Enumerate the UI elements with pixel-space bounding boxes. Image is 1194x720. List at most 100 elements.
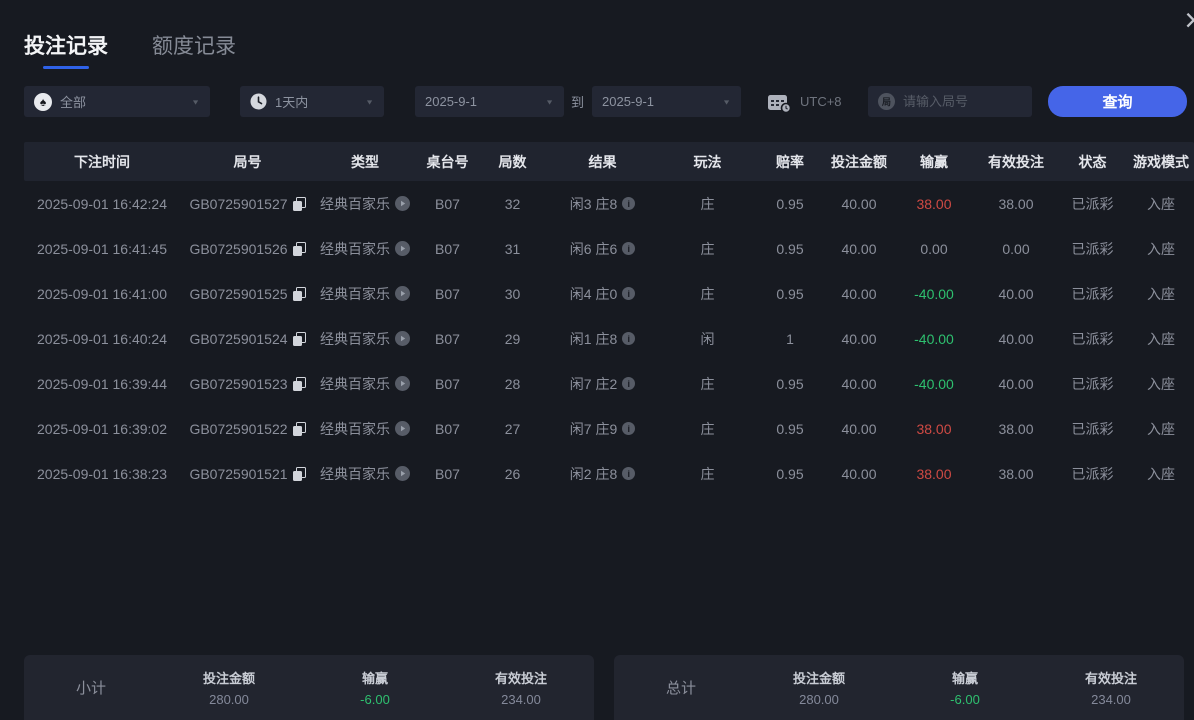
winloss-cell: -40.00 — [914, 375, 954, 392]
subtotal-amount-label: 投注金额 — [202, 671, 255, 686]
game-type-cell: 经典百家乐 — [320, 330, 390, 347]
winloss-cell: 0.00 — [920, 240, 948, 257]
info-icon[interactable]: i — [622, 287, 636, 300]
info-icon[interactable]: i — [622, 197, 636, 210]
info-icon[interactable]: i — [622, 242, 636, 255]
bet-amount-cell: 40.00 — [841, 375, 877, 392]
valid-bet-cell: 0.00 — [1002, 240, 1030, 257]
table-no-cell: B07 — [435, 465, 460, 482]
calendar-clock-icon[interactable] — [766, 91, 792, 113]
play-cell: 庄 — [700, 240, 715, 257]
info-icon[interactable]: i — [622, 422, 636, 435]
total-winloss-value: -6.00 — [950, 692, 980, 707]
spade-icon: ♠ — [34, 92, 52, 111]
video-replay-icon[interactable] — [395, 376, 410, 391]
valid-bet-cell: 38.00 — [998, 420, 1034, 437]
winloss-cell: 38.00 — [916, 420, 952, 437]
bet-time-cell: 2025-09-01 16:41:45 — [37, 240, 167, 257]
table-row: 2025-09-01 16:41:00 GB0725901525 经典百家乐 B… — [24, 271, 1194, 316]
game-mode-cell: 入座 — [1147, 285, 1175, 302]
game-type-value: 全部 — [60, 95, 87, 110]
game-type-cell: 经典百家乐 — [320, 285, 390, 302]
play-cell: 庄 — [700, 420, 715, 437]
odds-cell: 0.95 — [776, 465, 804, 482]
copy-icon[interactable] — [292, 196, 306, 211]
game-mode-cell: 入座 — [1147, 420, 1175, 437]
valid-bet-cell: 38.00 — [998, 195, 1034, 212]
status-cell: 已派彩 — [1071, 375, 1114, 392]
info-icon[interactable]: i — [622, 332, 636, 345]
play-cell: 闲 — [700, 330, 715, 347]
table-row: 2025-09-01 16:41:45 GB0725901526 经典百家乐 B… — [24, 226, 1194, 271]
round-id-cell: GB0725901526 — [189, 240, 288, 257]
bet-amount-cell: 40.00 — [841, 285, 877, 302]
valid-bet-cell: 38.00 — [998, 465, 1034, 482]
date-to-select[interactable]: 2025-9-1 ▼ — [592, 86, 741, 117]
filter-bar: ♠ 全部 ▼ 1天内 ▼ 2025-9-1 ▼ 到 2025-9-1 ▼ UTC… — [0, 86, 1194, 117]
game-mode-cell: 入座 — [1147, 375, 1175, 392]
copy-icon[interactable] — [292, 421, 306, 436]
copy-icon[interactable] — [292, 376, 306, 391]
column-header-result: 结果 — [588, 153, 617, 170]
column-header-table-no: 桌台号 — [426, 153, 469, 170]
chevron-down-icon: ▼ — [722, 97, 731, 106]
bet-amount-cell: 40.00 — [841, 465, 877, 482]
round-number-input[interactable] — [903, 94, 1013, 109]
total-winloss-label: 输赢 — [951, 671, 978, 686]
bet-amount-cell: 40.00 — [841, 240, 877, 257]
subtotal-bar: 小计 投注金额 280.00 输赢 -6.00 有效投注 234.00 — [24, 655, 594, 720]
chevron-down-icon: ▼ — [191, 97, 200, 106]
video-replay-icon[interactable] — [395, 286, 410, 301]
result-cell: 闲1 庄8 — [569, 330, 618, 347]
bet-records-table: 下注时间 局号 类型 桌台号 局数 结果 玩法 赔率 投注金额 输赢 有效投注 … — [24, 142, 1194, 496]
play-cell: 庄 — [700, 195, 715, 212]
column-header-bet-time: 下注时间 — [74, 153, 130, 170]
table-row: 2025-09-01 16:39:02 GB0725901522 经典百家乐 B… — [24, 406, 1194, 451]
game-type-cell: 经典百家乐 — [320, 240, 390, 257]
status-cell: 已派彩 — [1071, 240, 1114, 257]
subtotal-valid-value: 234.00 — [501, 692, 541, 707]
table-no-cell: B07 — [435, 330, 460, 347]
game-mode-cell: 入座 — [1147, 465, 1175, 482]
query-button[interactable]: 查询 — [1048, 86, 1187, 117]
video-replay-icon[interactable] — [395, 421, 410, 436]
date-from-select[interactable]: 2025-9-1 ▼ — [415, 86, 564, 117]
info-icon[interactable]: i — [622, 377, 636, 390]
result-cell: 闲6 庄6 — [569, 240, 618, 257]
video-replay-icon[interactable] — [395, 196, 410, 211]
time-range-select[interactable]: 1天内 ▼ — [240, 86, 384, 117]
column-header-round-no: 局数 — [498, 153, 527, 170]
copy-icon[interactable] — [292, 286, 306, 301]
odds-cell: 0.95 — [776, 240, 804, 257]
date-to-value: 2025-9-1 — [602, 94, 655, 109]
play-cell: 庄 — [700, 285, 715, 302]
tab-quota-records[interactable]: 额度记录 — [152, 30, 236, 60]
video-replay-icon[interactable] — [395, 466, 410, 481]
column-header-status: 状态 — [1078, 153, 1107, 170]
play-cell: 庄 — [700, 375, 715, 392]
valid-bet-cell: 40.00 — [998, 330, 1034, 347]
copy-icon[interactable] — [292, 466, 306, 481]
result-cell: 闲7 庄9 — [569, 420, 618, 437]
total-bar: 总计 投注金额 280.00 输赢 -6.00 有效投注 234.00 — [614, 655, 1184, 720]
game-type-select[interactable]: ♠ 全部 ▼ — [24, 86, 210, 117]
odds-cell: 0.95 — [776, 420, 804, 437]
table-body: 2025-09-01 16:42:24 GB0725901527 经典百家乐 B… — [24, 181, 1194, 496]
info-icon[interactable]: i — [622, 467, 636, 480]
date-to-separator: 到 — [571, 95, 585, 110]
close-icon[interactable]: × — [1184, 4, 1194, 36]
round-no-cell: 31 — [504, 240, 521, 257]
column-header-valid-bet: 有效投注 — [988, 153, 1044, 170]
winloss-cell: -40.00 — [914, 285, 954, 302]
status-cell: 已派彩 — [1071, 420, 1114, 437]
total-amount-label: 投注金额 — [792, 671, 845, 686]
tab-betting-records[interactable]: 投注记录 — [24, 30, 108, 60]
copy-icon[interactable] — [292, 331, 306, 346]
video-replay-icon[interactable] — [395, 331, 410, 346]
timezone-group: UTC+8 — [766, 86, 842, 117]
round-id-cell: GB0725901527 — [189, 195, 288, 212]
video-replay-icon[interactable] — [395, 241, 410, 256]
chevron-down-icon: ▼ — [365, 97, 374, 106]
bet-amount-cell: 40.00 — [841, 330, 877, 347]
copy-icon[interactable] — [292, 241, 306, 256]
